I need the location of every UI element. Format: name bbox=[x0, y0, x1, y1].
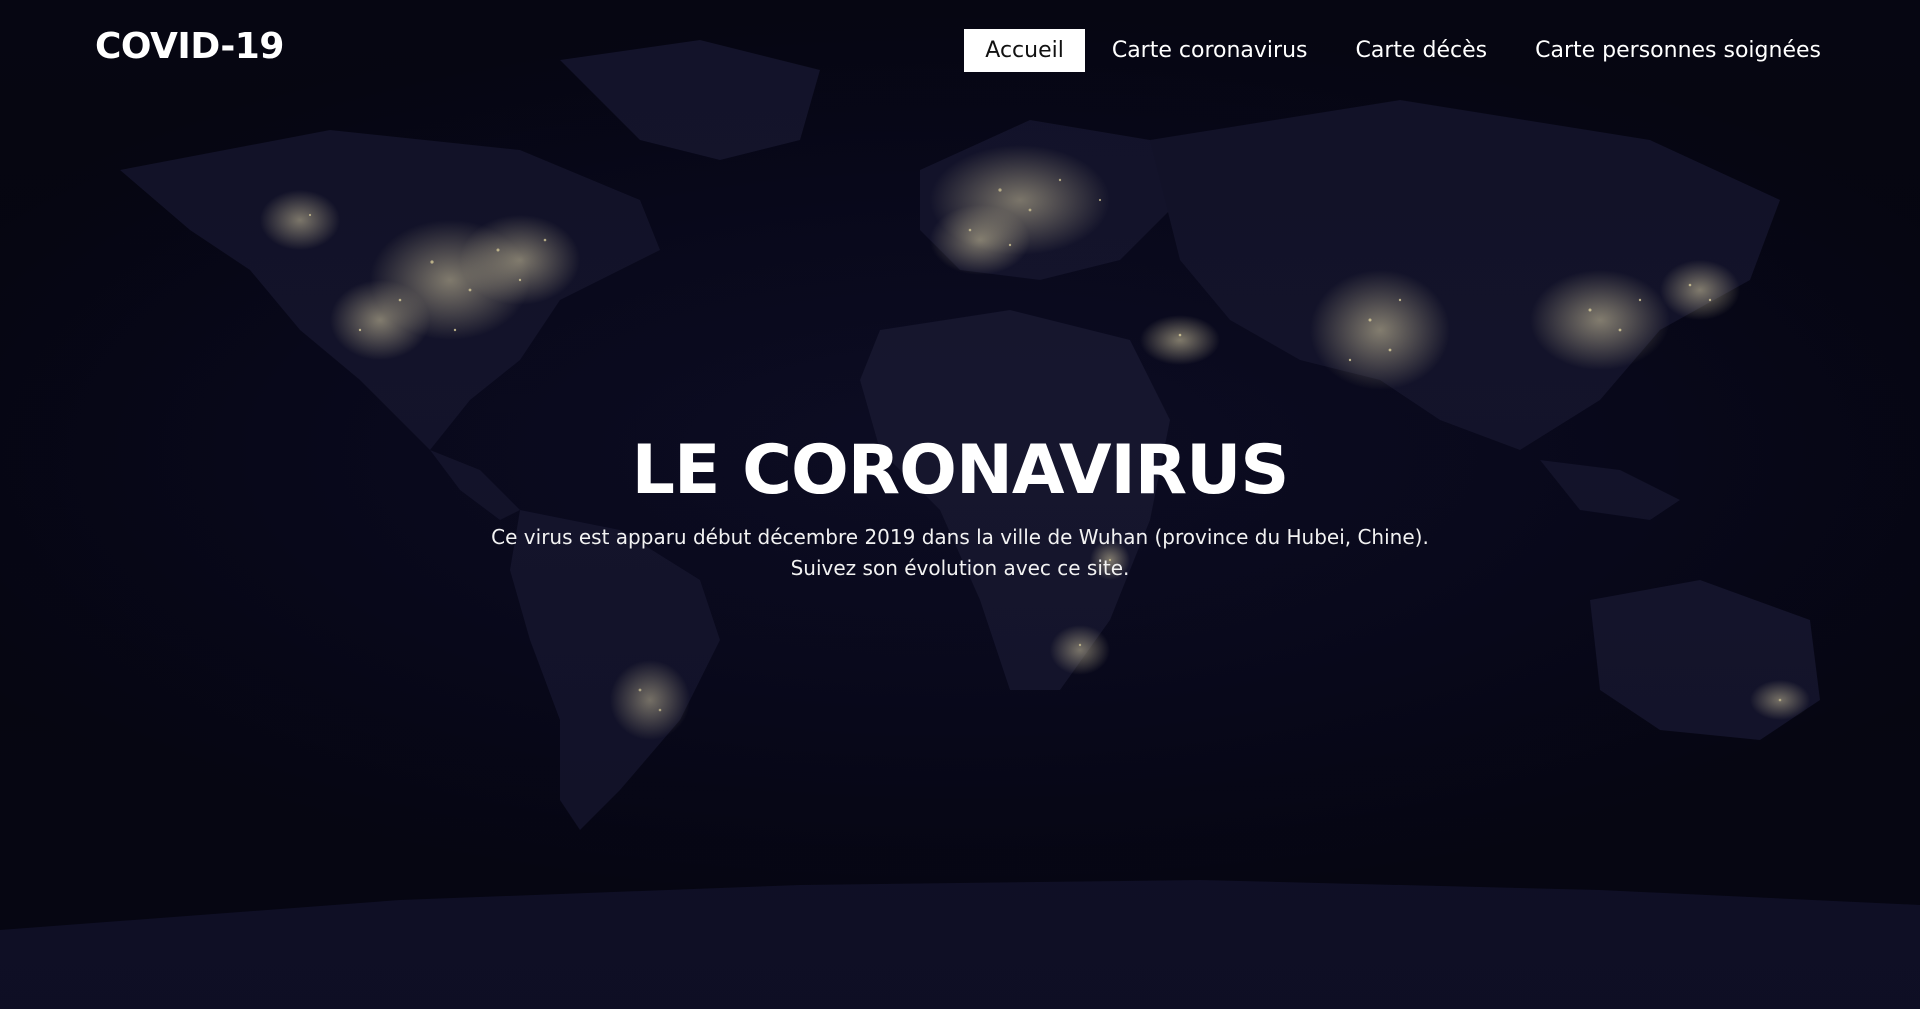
nav-item-carte-deces[interactable]: Carte décès bbox=[1334, 29, 1508, 72]
hero-title: LE CORONAVIRUS bbox=[631, 431, 1290, 510]
nav-item-carte-personnes-soignees[interactable]: Carte personnes soignées bbox=[1514, 29, 1842, 72]
nav-item-carte-coronavirus[interactable]: Carte coronavirus bbox=[1091, 29, 1329, 72]
hero-description: Ce virus est apparu début décembre 2019 … bbox=[0, 522, 1920, 584]
hero-description-line-2: Suivez son évolution avec ce site. bbox=[790, 556, 1130, 580]
page: COVID-19 Accueil Carte coronavirus Carte… bbox=[0, 0, 1920, 1009]
hero-section: LE CORONAVIRUS Ce virus est apparu début… bbox=[0, 428, 1920, 584]
main-nav: Accueil Carte coronavirus Carte décès Ca… bbox=[958, 29, 1842, 72]
nav-item-accueil[interactable]: Accueil bbox=[964, 29, 1085, 72]
brand-logo-link[interactable]: COVID-19 bbox=[95, 26, 284, 67]
hero-description-line-1: Ce virus est apparu début décembre 2019 … bbox=[491, 525, 1429, 549]
